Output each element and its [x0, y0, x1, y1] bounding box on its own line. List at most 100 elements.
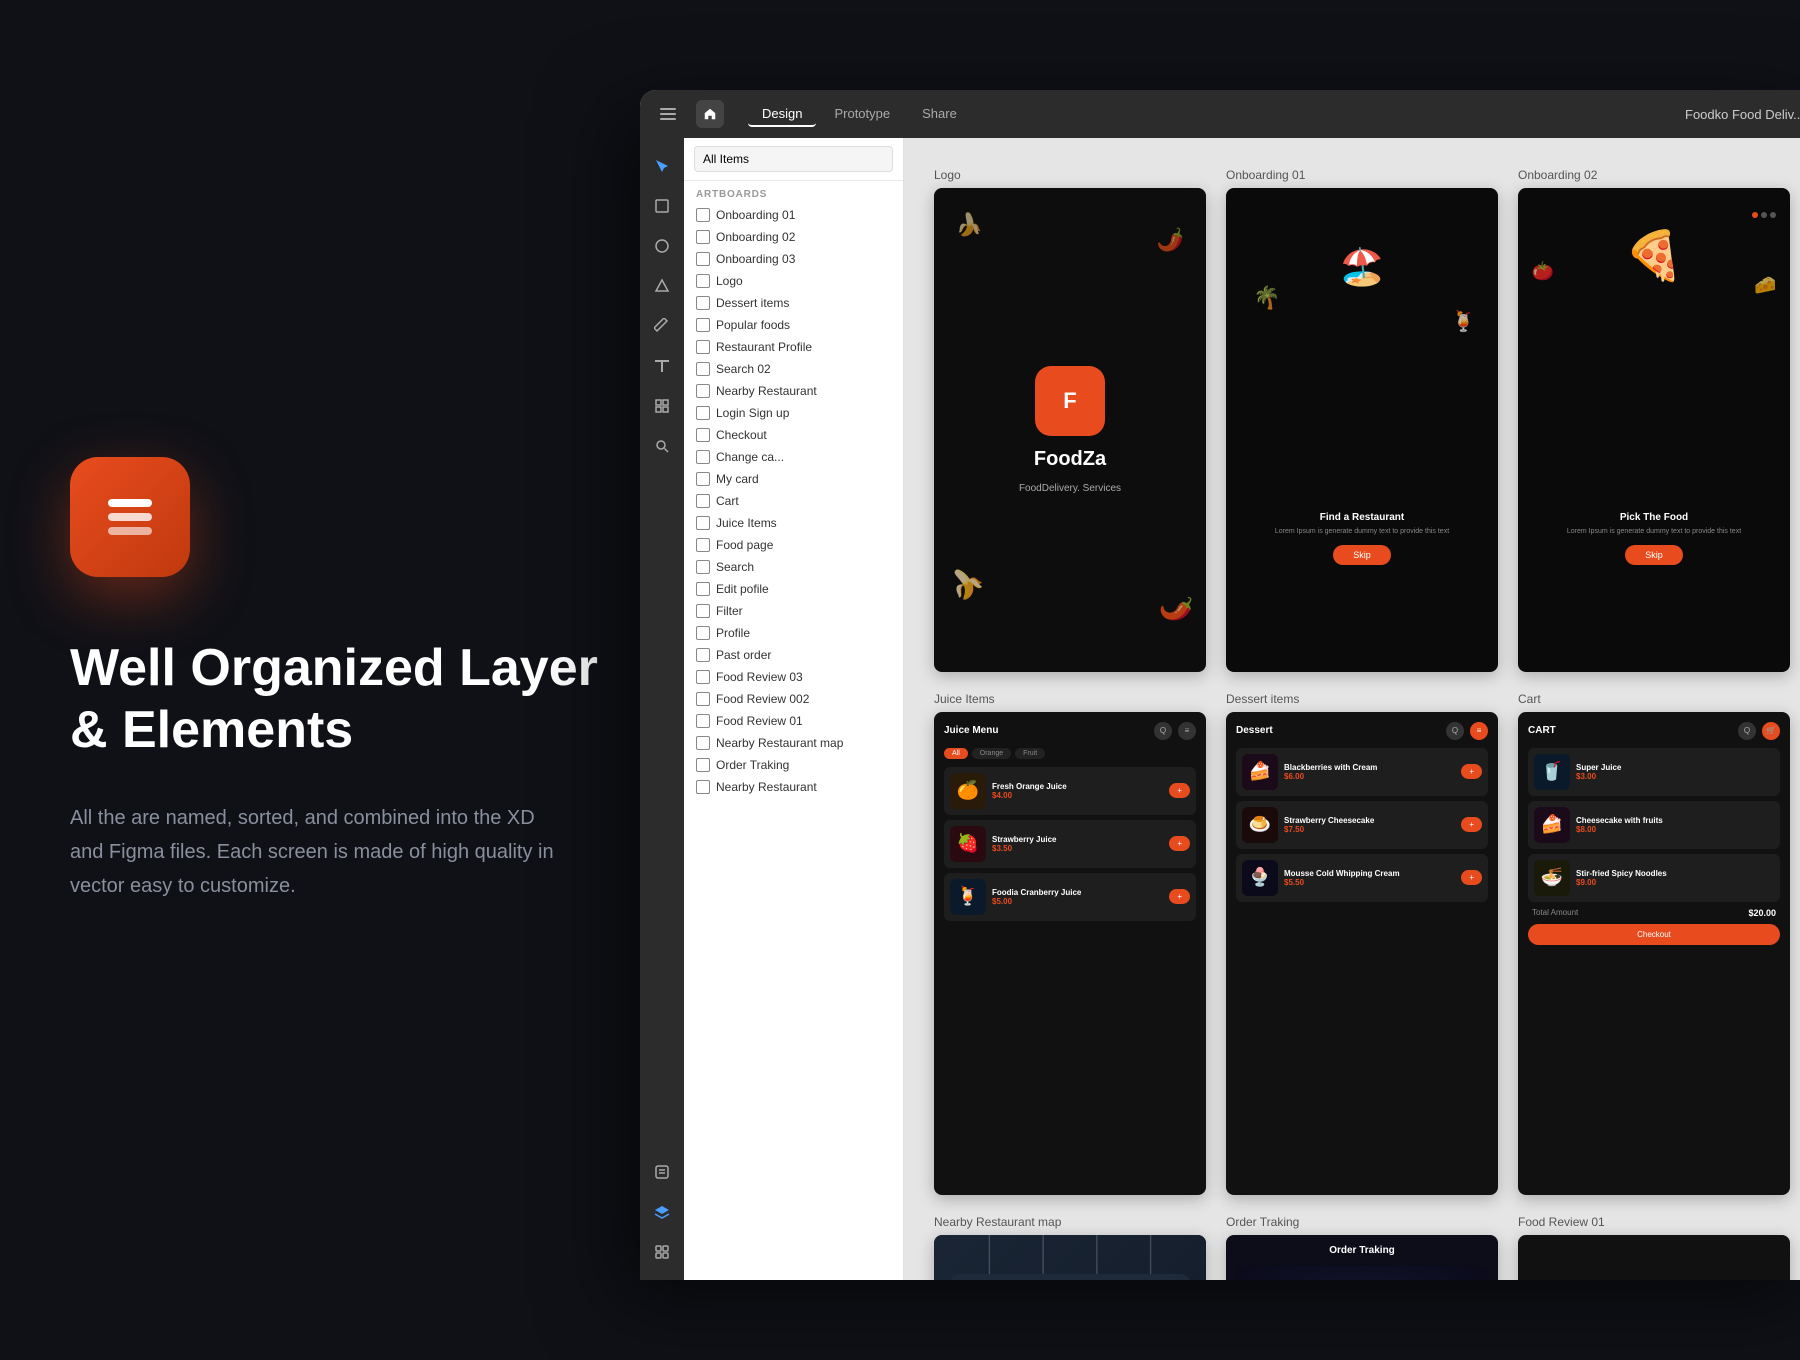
layer-frame-icon [696, 384, 710, 398]
layer-item-9[interactable]: Login Sign up [684, 402, 903, 424]
screen-label-juice: Juice Items [934, 692, 1206, 706]
layer-frame-icon [696, 538, 710, 552]
dessert-item-2-add[interactable]: + [1461, 817, 1482, 832]
search-tool[interactable] [646, 430, 678, 462]
juice-item-2-name: Strawberry Juice [992, 835, 1163, 844]
layer-item-24[interactable]: Nearby Restaurant map [684, 732, 903, 754]
layer-item-4[interactable]: Dessert items [684, 292, 903, 314]
layer-item-25[interactable]: Order Traking [684, 754, 903, 776]
layer-frame-icon [696, 208, 710, 222]
dessert-item-1-add[interactable]: + [1461, 764, 1482, 779]
figma-body: ARTBOARDS Onboarding 01Onboarding 02Onbo… [640, 138, 1800, 1280]
layer-item-17[interactable]: Edit pofile [684, 578, 903, 600]
hero-title: Well Organized Layer & Elements [70, 637, 610, 762]
layer-item-11[interactable]: Change ca... [684, 446, 903, 468]
tracking-title: Order Traking [1236, 1245, 1488, 1256]
layer-item-15[interactable]: Food page [684, 534, 903, 556]
select-tool[interactable] [646, 150, 678, 182]
screen-label-tracking: Order Traking [1226, 1215, 1498, 1229]
layer-item-label: Login Sign up [716, 406, 789, 420]
checkout-button[interactable]: Checkout [1528, 924, 1780, 945]
layer-item-0[interactable]: Onboarding 01 [684, 204, 903, 226]
onboard1-skip-button[interactable]: Skip [1333, 545, 1391, 565]
screen-card-juice: Juice Items Juice Menu Q ≡ All Orange [934, 692, 1206, 1196]
layers-tool[interactable] [646, 1196, 678, 1228]
layer-frame-icon [696, 252, 710, 266]
layer-item-12[interactable]: My card [684, 468, 903, 490]
frame-tool[interactable] [646, 190, 678, 222]
layer-item-22[interactable]: Food Review 002 [684, 688, 903, 710]
layers-scroll[interactable]: ARTBOARDS Onboarding 01Onboarding 02Onbo… [684, 181, 903, 1280]
layer-item-label: Past order [716, 648, 771, 662]
layer-item-20[interactable]: Past order [684, 644, 903, 666]
hamburger-icon[interactable] [656, 102, 680, 126]
layer-item-label: Onboarding 02 [716, 230, 795, 244]
layer-item-18[interactable]: Filter [684, 600, 903, 622]
layer-item-3[interactable]: Logo [684, 270, 903, 292]
dessert-header-title: Dessert [1236, 725, 1273, 736]
component-tool[interactable] [646, 390, 678, 422]
juice-item-2-add[interactable]: + [1169, 836, 1190, 851]
onboard2-skip-button[interactable]: Skip [1625, 545, 1683, 565]
layer-item-label: My card [716, 472, 759, 486]
layer-frame-icon [696, 758, 710, 772]
layer-item-1[interactable]: Onboarding 02 [684, 226, 903, 248]
screen-label-review: Food Review 01 [1518, 1215, 1790, 1229]
tools-sidebar [640, 138, 684, 1280]
juice-item-2-price: $3.50 [992, 844, 1163, 853]
layer-item-label: Order Traking [716, 758, 789, 772]
pen-tool[interactable] [646, 310, 678, 342]
tab-share[interactable]: Share [908, 102, 971, 127]
pages-tool[interactable] [646, 1156, 678, 1188]
dessert-item-3-add[interactable]: + [1461, 870, 1482, 885]
file-title: Foodko Food Deliv... [1685, 107, 1800, 122]
layer-item-19[interactable]: Profile [684, 622, 903, 644]
layer-item-13[interactable]: Cart [684, 490, 903, 512]
screen-card-onboard2: Onboarding 02 🍕 🍅 🧀 [1518, 168, 1790, 672]
layer-item-2[interactable]: Onboarding 03 [684, 248, 903, 270]
ellipse-tool[interactable] [646, 230, 678, 262]
juice-item-3-name: Foodia Cranberry Juice [992, 888, 1163, 897]
layer-item-23[interactable]: Food Review 01 [684, 710, 903, 732]
screen-label-dessert: Dessert items [1226, 692, 1498, 706]
cart-item-3: 🍜 Stir-fried Spicy Noodles $9.00 [1528, 854, 1780, 902]
layer-item-26[interactable]: Nearby Restaurant [684, 776, 903, 798]
juice-header-title: Juice Menu [944, 725, 998, 736]
juice-item-3-add[interactable]: + [1169, 889, 1190, 904]
layer-item-label: Profile [716, 626, 750, 640]
layer-item-10[interactable]: Checkout [684, 424, 903, 446]
layer-item-label: Edit pofile [716, 582, 769, 596]
screen-label-map: Nearby Restaurant map [934, 1215, 1206, 1229]
assets-tool[interactable] [646, 1236, 678, 1268]
layer-item-6[interactable]: Restaurant Profile [684, 336, 903, 358]
screen-label-onboard2: Onboarding 02 [1518, 168, 1790, 182]
layer-item-label: Cart [716, 494, 739, 508]
cart-item-2: 🍰 Cheesecake with fruits $8.00 [1528, 801, 1780, 849]
screen-preview-juice: Juice Menu Q ≡ All Orange Fruit [934, 712, 1206, 1196]
layer-item-5[interactable]: Popular foods [684, 314, 903, 336]
dessert-item-1: 🍰 Blackberries with Cream $6.00 + [1236, 748, 1488, 796]
home-button[interactable] [696, 100, 724, 128]
dessert-item-2: 🍮 Strawberry Cheesecake $7.50 + [1236, 801, 1488, 849]
screen-card-onboard1: Onboarding 01 🏖️ 🌴 🍹 Find a Restaurant L… [1226, 168, 1498, 672]
layer-item-label: Dessert items [716, 296, 789, 310]
layer-item-21[interactable]: Food Review 03 [684, 666, 903, 688]
juice-item-1-add[interactable]: + [1169, 783, 1190, 798]
layer-item-7[interactable]: Search 02 [684, 358, 903, 380]
layer-item-label: Search [716, 560, 754, 574]
screen-card-review: Food Review 01 Food Review How Was The F… [1518, 1215, 1790, 1280]
logo-text: FoodZa [1034, 448, 1106, 471]
layer-frame-icon [696, 318, 710, 332]
dessert-item-3-price: $5.50 [1284, 878, 1455, 887]
screen-preview-onboard1: 🏖️ 🌴 🍹 Find a Restaurant Lorem Ipsum is … [1226, 188, 1498, 672]
layer-item-8[interactable]: Nearby Restaurant [684, 380, 903, 402]
text-tool[interactable] [646, 350, 678, 382]
screen-preview-dessert: Dessert Q ≡ 🍰 Blackberries with Cream $6… [1226, 712, 1498, 1196]
layers-search-input[interactable] [694, 146, 893, 172]
polygon-tool[interactable] [646, 270, 678, 302]
layer-item-16[interactable]: Search [684, 556, 903, 578]
canvas-grid: Logo F FoodZa FoodDelivery. Services 🍌 🌶… [934, 168, 1790, 1280]
layer-item-14[interactable]: Juice Items [684, 512, 903, 534]
tab-prototype[interactable]: Prototype [820, 102, 904, 127]
tab-design[interactable]: Design [748, 102, 816, 127]
